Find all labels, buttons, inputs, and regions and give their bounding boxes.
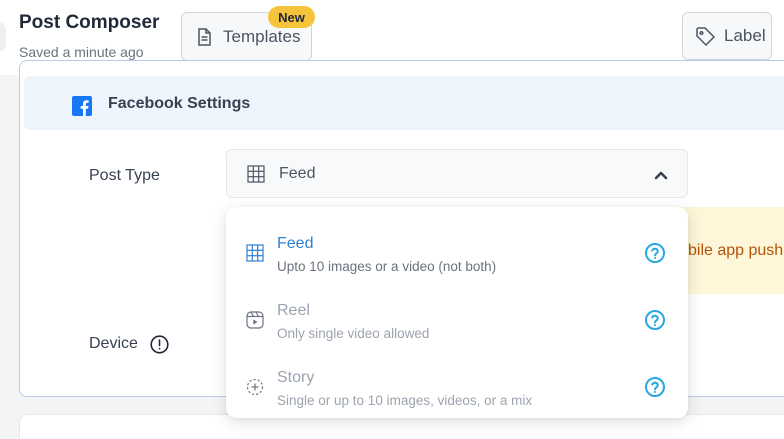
templates-label: Templates xyxy=(223,26,301,46)
collapse-handle[interactable] xyxy=(0,22,6,52)
reel-icon xyxy=(245,310,265,330)
mobile-app-notice-text: bile app push xyxy=(688,242,784,259)
post-type-label: Post Type xyxy=(89,167,160,184)
option-description: Upto 10 images or a video (not both) xyxy=(277,259,497,274)
facebook-icon xyxy=(72,96,92,116)
option-title: Reel xyxy=(277,302,310,319)
facebook-settings-header: Facebook Settings xyxy=(24,76,784,130)
option-reel[interactable]: Reel Only single video allowed xyxy=(226,294,688,354)
save-status: Saved a minute ago xyxy=(19,44,144,60)
grid-icon xyxy=(247,165,265,183)
option-description: Single or up to 10 images, videos, or a … xyxy=(277,393,533,408)
help-icon[interactable] xyxy=(644,376,666,398)
chevron-up-icon xyxy=(653,168,669,180)
help-icon[interactable] xyxy=(644,309,666,331)
grid-icon xyxy=(245,243,265,263)
option-title: Story xyxy=(277,369,315,386)
page-title: Post Composer xyxy=(19,12,160,33)
option-feed[interactable]: Feed Upto 10 images or a video (not both… xyxy=(226,227,688,287)
option-story[interactable]: Story Single or up to 10 images, videos,… xyxy=(226,361,688,421)
label-button-text: Label xyxy=(724,26,766,45)
post-type-value: Feed xyxy=(279,165,316,182)
post-type-dropdown: Feed Upto 10 images or a video (not both… xyxy=(226,207,688,418)
device-label: Device xyxy=(89,335,138,352)
story-icon xyxy=(245,377,265,397)
new-badge: New xyxy=(268,6,315,28)
tag-icon xyxy=(694,25,716,47)
label-button[interactable]: Label xyxy=(682,12,772,60)
option-description: Only single video allowed xyxy=(277,326,430,341)
help-icon[interactable] xyxy=(644,242,666,264)
info-icon[interactable] xyxy=(150,335,169,354)
post-type-select[interactable]: Feed xyxy=(226,149,688,198)
facebook-settings-title: Facebook Settings xyxy=(108,95,251,112)
option-title: Feed xyxy=(277,235,314,252)
document-icon xyxy=(193,26,215,48)
